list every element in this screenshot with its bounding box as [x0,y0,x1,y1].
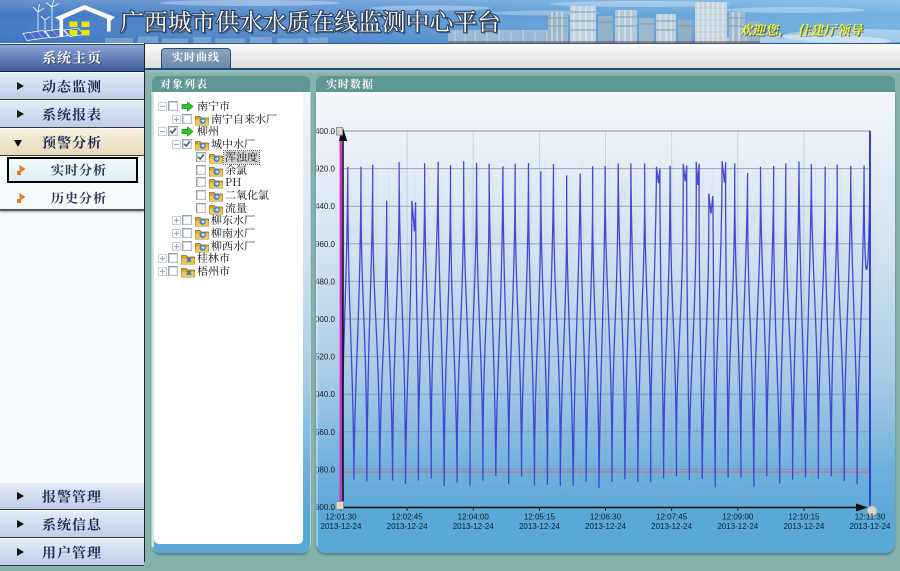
svg-text:12:09:00: 12:09:00 [722,513,754,522]
svg-text:12:02:45: 12:02:45 [392,513,424,522]
svg-text:2520.0: 2520.0 [316,353,336,362]
svg-text:5400.0: 5400.0 [316,127,336,136]
svg-text:2013-12-24: 2013-12-24 [321,522,362,531]
svg-text:4440.0: 4440.0 [316,202,336,211]
svg-text:2013-12-24: 2013-12-24 [453,522,494,531]
svg-text:12:11:30: 12:11:30 [855,513,886,522]
svg-text:2013-12-24: 2013-12-24 [783,522,824,531]
svg-text:12:04:00: 12:04:00 [458,513,490,522]
svg-text:2013-12-24: 2013-12-24 [585,522,626,531]
svg-text:2013-12-24: 2013-12-24 [651,522,692,531]
svg-text:12:06:30: 12:06:30 [590,513,622,522]
svg-text:2013-12-24: 2013-12-24 [387,522,428,531]
svg-text:1080.0: 1080.0 [316,465,336,474]
svg-text:1560.0: 1560.0 [316,428,336,437]
svg-text:12:07:45: 12:07:45 [656,513,688,522]
svg-text:3480.0: 3480.0 [316,277,336,286]
svg-text:2013-12-24: 2013-12-24 [717,522,758,531]
svg-text:2013-12-24: 2013-12-24 [519,522,560,531]
svg-text:12:01:30: 12:01:30 [325,513,357,522]
svg-text:3000.0: 3000.0 [316,315,336,324]
svg-text:2013-12-24: 2013-12-24 [850,522,891,531]
svg-text:12:10:15: 12:10:15 [788,513,820,522]
svg-text:4920.0: 4920.0 [316,165,336,174]
svg-text:600.0: 600.0 [316,503,336,512]
svg-text:12:05:15: 12:05:15 [524,513,556,522]
svg-text:3960.0: 3960.0 [316,240,336,249]
svg-text:2040.0: 2040.0 [316,390,336,399]
